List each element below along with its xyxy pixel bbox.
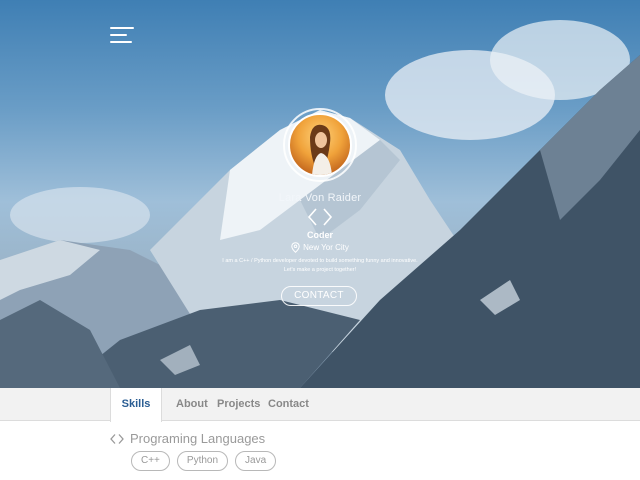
menu-line-3 — [110, 41, 132, 43]
location-text: New Yor City — [303, 243, 349, 252]
tab-projects[interactable]: Projects — [217, 388, 260, 421]
skill-chip-python[interactable]: Python — [176, 451, 229, 471]
hero-banner: Lara Von Raider Coder New Yor City I am … — [0, 0, 640, 388]
profile-bio: I am a C++ / Python developer devoted to… — [222, 258, 418, 273]
profile-role: Coder — [306, 230, 333, 240]
skills-chip-list: C++ Python Java — [131, 451, 277, 471]
profile-name: Lara Von Raider — [278, 192, 362, 204]
skills-section-title: Programing Languages — [110, 431, 265, 446]
hamburger-menu-icon[interactable] — [110, 26, 134, 44]
avatar-portrait — [310, 124, 332, 175]
section-title-text: Programing Languages — [130, 431, 266, 446]
tab-about[interactable]: About — [176, 388, 208, 421]
map-pin-icon — [291, 242, 300, 253]
skill-chip-cpp[interactable]: C++ — [131, 451, 170, 471]
tab-contact[interactable]: Contact — [268, 388, 309, 421]
skill-chip-java[interactable]: Java — [235, 451, 277, 471]
menu-line-1 — [110, 27, 134, 29]
menu-line-2 — [110, 34, 127, 36]
profile-location: New Yor City — [0, 242, 640, 253]
avatar — [288, 113, 352, 177]
code-brackets-icon — [110, 433, 124, 444]
tab-skills[interactable]: Skills — [110, 388, 162, 422]
contact-button[interactable]: CONTACT — [281, 286, 357, 306]
code-brackets-icon — [307, 208, 333, 226]
tab-bar: Skills About Projects Contact — [0, 388, 640, 422]
avatar-frame — [283, 108, 357, 182]
